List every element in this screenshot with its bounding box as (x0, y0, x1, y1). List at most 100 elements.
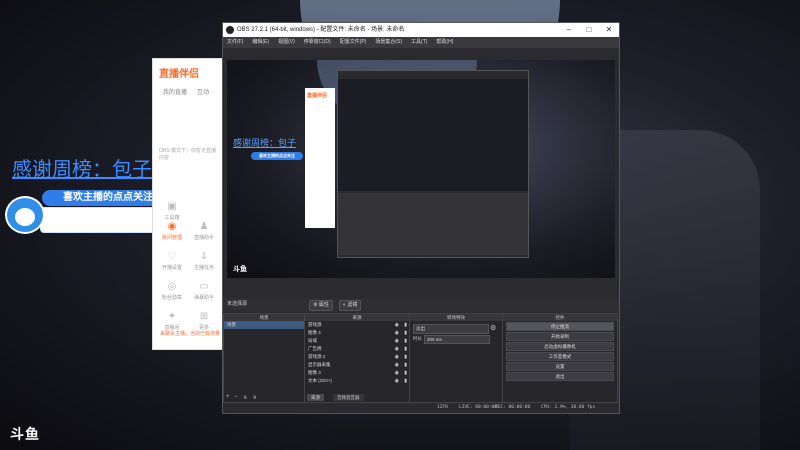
lock-icon[interactable]: ▮ (404, 361, 407, 369)
lock-icon[interactable]: ▮ (404, 329, 407, 337)
source-item[interactable]: 图像 4 ◉ ▮ (305, 329, 409, 337)
lock-icon[interactable]: ▮ (404, 377, 407, 385)
exit-button[interactable]: 退出 (506, 372, 614, 381)
live-timer: LIVE: 00:00:00 (459, 405, 497, 410)
lock-icon[interactable]: ▮ (404, 369, 407, 377)
duration-input[interactable]: 300 ms (424, 335, 490, 344)
danmaku-icon: ▭ (199, 281, 209, 292)
lock-icon[interactable]: ▮ (404, 345, 407, 353)
source-item[interactable]: 图像 3 ◉ ▮ (305, 369, 409, 377)
assistant-icon: ♟ (199, 221, 209, 232)
menu-file[interactable]: 文件(F) (227, 37, 243, 48)
rec-timer: REC: 00:00:00 (495, 405, 531, 410)
tab-my-stream[interactable]: 我的直播 (163, 87, 187, 96)
helper-item-more[interactable]: ⊞ 更多 (189, 311, 219, 331)
helper-item-room2[interactable]: ✦ 直播间 (157, 311, 187, 331)
helper-item-danmaku[interactable]: ▭ 弹幕助手 (189, 281, 219, 301)
toolbox-icon: ▣ (167, 201, 177, 212)
source-item[interactable]: 广告牌 ◉ ▮ (305, 345, 409, 353)
helper-item-tasks[interactable]: ⇓ 主播任务 (189, 251, 219, 271)
tab-interaction[interactable]: 互动 (197, 87, 209, 96)
helper-item-assistant[interactable]: ♟ 直播助手 (189, 221, 219, 241)
stop-streaming-button[interactable]: 停止推流 (506, 322, 614, 331)
download-icon: ⇓ (199, 251, 209, 262)
source-item[interactable]: 游戏源 2 ◉ ▮ (305, 353, 409, 361)
scene-controls: + − ∧ ∨ (226, 394, 257, 401)
preview-nested-canvas (338, 79, 528, 191)
menu-scene-collection[interactable]: 场景集合(S) (375, 37, 402, 48)
settings-button[interactable]: 设置 (506, 362, 614, 371)
source-item[interactable]: 文本 (GDI+) ◉ ▮ (305, 377, 409, 385)
properties-button[interactable]: ⚙ 属性 (309, 300, 333, 311)
eye-icon[interactable]: ◉ (395, 329, 399, 337)
eye-icon[interactable]: ◉ (395, 337, 399, 345)
eye-icon[interactable]: ◉ (395, 345, 399, 353)
source-item[interactable]: 游戏源 ◉ ▮ (305, 321, 409, 329)
obs-window[interactable]: OBS 27.2.1 (64-bit, windows) - 配置文件: 未命名… (222, 22, 620, 414)
add-scene-icon[interactable]: + (226, 394, 230, 401)
lock-icon[interactable]: ▮ (404, 353, 407, 361)
sources-panel: 来源 游戏源 ◉ ▮ 图像 4 ◉ ▮ 局域 ◉ ▮ 广告牌 ◉ ▮ 游戏源 2 ◉ ▮ 显示器采集… (304, 313, 410, 403)
maximize-icon[interactable]: □ (579, 23, 599, 37)
virtual-camera-button[interactable]: 启动虚拟摄像机 (506, 342, 614, 351)
move-up-icon[interactable]: ∧ (243, 394, 247, 401)
tab-audio-mixer[interactable]: 音频混音器 (333, 394, 364, 401)
preview-nested-obs (337, 70, 529, 258)
scenes-panel: 场景 场景 + − ∧ ∨ (223, 313, 305, 403)
duration-label: 时长 (413, 336, 422, 341)
offline-message: OBS 模式下，你暂无直播内容 (159, 148, 216, 161)
filters-button[interactable]: ◐ 滤镜 (339, 300, 362, 311)
helper-item-room[interactable]: ◉ 房间管理 (157, 221, 187, 241)
preview-helper-logo: 直播伴侣 (307, 93, 328, 99)
scenes-header: 场景 (224, 314, 304, 321)
obs-preview[interactable]: 直播伴侣 感谢周榜：包子 喜欢主播的点点关注 斗鱼 (227, 60, 615, 278)
streaming-helper-window[interactable]: 直播伴侣 我的直播 互动 OBS 模式下，你暂无直播内容 ▣ 工具箱 ◉ 房间管理 … (152, 58, 224, 350)
eye-icon[interactable]: ◉ (395, 377, 399, 385)
remove-scene-icon[interactable]: − (235, 394, 239, 401)
room-icon: ◉ (167, 221, 177, 232)
dropped-frames: 12FR (437, 405, 448, 410)
menu-profile[interactable]: 配置文件(P) (340, 37, 367, 48)
helper-item-medal[interactable]: ◎ 粉丝勋章 (157, 281, 187, 301)
obs-app-icon (226, 26, 234, 34)
menu-tools[interactable]: 工具(T) (411, 37, 427, 48)
eye-icon[interactable]: ◉ (395, 353, 399, 361)
source-toolbar: 未选择源 ⚙ 属性 ◐ 滤镜 (223, 298, 619, 312)
preview-helper-window (305, 88, 335, 228)
weekly-thanks-text: 感谢周榜：包子 (12, 159, 152, 181)
source-item[interactable]: 显示器采集 ◉ ▮ (305, 361, 409, 369)
eye-icon[interactable]: ◉ (395, 369, 399, 377)
lock-icon[interactable]: ▮ (404, 321, 407, 329)
sources-header: 来源 (305, 314, 409, 321)
menu-edit[interactable]: 编辑(E) (252, 37, 269, 48)
helper-item-toolbox[interactable]: ▣ 工具箱 (157, 201, 187, 221)
move-down-icon[interactable]: ∨ (252, 394, 256, 401)
transitions-header: 转场特效 (410, 314, 502, 321)
scene-item[interactable]: 场景 (224, 321, 304, 329)
source-item[interactable]: 局域 ◉ ▮ (305, 337, 409, 345)
game-icon: ✦ (167, 311, 177, 322)
minimize-icon[interactable]: – (559, 23, 579, 37)
tab-sources[interactable]: 来源 (307, 394, 324, 401)
start-recording-button[interactable]: 开始录制 (506, 332, 614, 341)
transition-select[interactable]: 淡出 (413, 324, 489, 334)
lock-icon[interactable]: ▮ (404, 337, 407, 345)
eye-icon[interactable]: ◉ (395, 321, 399, 329)
studio-mode-button[interactable]: 工作室模式 (506, 352, 614, 361)
transition-gear-icon[interactable]: ⚙ (490, 324, 496, 332)
menu-view[interactable]: 视图(V) (278, 37, 295, 48)
eye-icon[interactable]: ◉ (395, 361, 399, 369)
obs-titlebar[interactable]: OBS 27.2.1 (64-bit, windows) - 配置文件: 未命名… (223, 23, 619, 37)
controls-header: 控件 (503, 314, 617, 321)
obs-docks: 场景 场景 + − ∧ ∨ 来源 游戏源 ◉ ▮ 图像 4 ◉ ▮ 局域 ◉ ▮ 广告牌 ◉ ▮… (223, 313, 619, 403)
preview-douyu-logo: 斗鱼 (233, 266, 247, 273)
obs-menubar: 文件(F) 编辑(E) 视图(V) 停靠窗口(D) 配置文件(P) 场景集合(S… (223, 37, 619, 48)
no-source-selected: 未选择源 (227, 301, 248, 307)
menu-help[interactable]: 帮助(H) (436, 37, 453, 48)
close-icon[interactable]: ✕ (599, 23, 619, 37)
helper-logo: 直播伴侣 (159, 69, 199, 80)
obs-statusbar: 12FR LIVE: 00:00:00 REC: 00:00:00 CPU: 2… (223, 402, 619, 413)
menu-docks[interactable]: 停靠窗口(D) (304, 37, 331, 48)
helper-item-settings[interactable]: ♡ 开播设置 (157, 251, 187, 271)
transitions-panel: 转场特效 淡出 ⚙ 时长 300 ms (409, 313, 503, 403)
